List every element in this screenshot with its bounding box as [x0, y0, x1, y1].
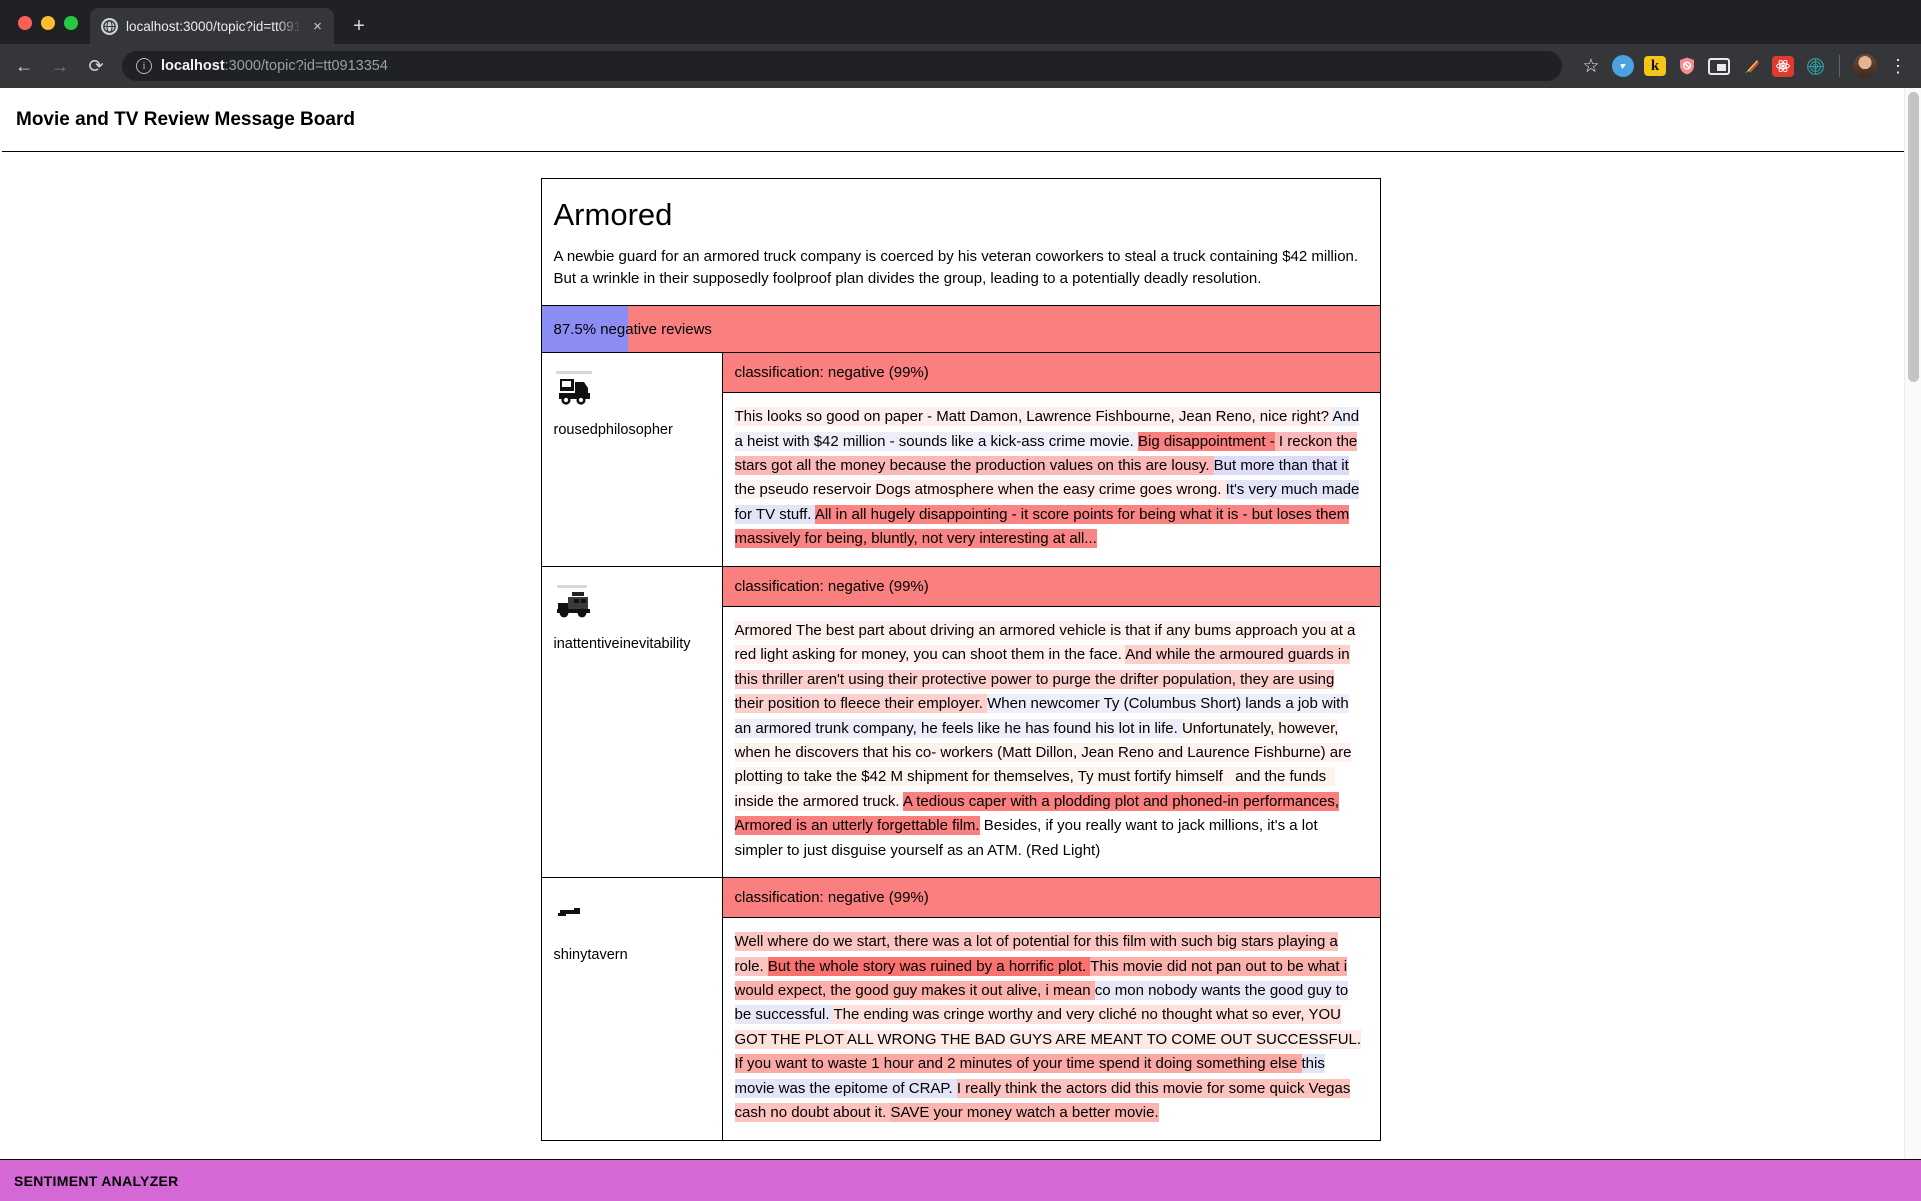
address-bar-url: localhost:3000/topic?id=tt0913354 — [161, 58, 388, 74]
sentiment-highlight-span: But more than that it — [1213, 456, 1349, 476]
review-body: classification: negative (99%) Armored Th… — [722, 566, 1380, 877]
reload-icon[interactable]: ⟳ — [80, 50, 112, 82]
review-author: rousedphilosopher — [542, 353, 723, 566]
sentiment-highlight-span: the pseudo reservoir — [734, 480, 876, 500]
close-window-button[interactable] — [18, 16, 32, 30]
rocket-extension-icon[interactable] — [1740, 55, 1762, 77]
review-row: rousedphilosopher classification: negativ… — [541, 353, 1380, 567]
web-page: Movie and TV Review Message Board Armore… — [0, 88, 1921, 1201]
bookmark-star-icon[interactable]: ☆ — [1580, 55, 1602, 77]
imdb-extension-icon[interactable]: k — [1644, 56, 1666, 76]
review-text: Armored The best part about driving an a… — [723, 607, 1380, 877]
sentiment-highlight-span: Big disappointment - — [1137, 431, 1275, 451]
sentiment-highlight-span: But the whole story was ruined by a horr… — [767, 956, 1091, 976]
page-content: Armored A newbie guard for an armored tr… — [0, 152, 1921, 1141]
sentiment-highlight-span: ALL WRONG THE BAD GUYS ARE MEANT TO COME… — [847, 1029, 1362, 1049]
classification-badge: classification: negative (99%) — [722, 566, 1380, 607]
sentiment-highlight-span: This looks so good on paper - Matt Damon… — [734, 407, 1333, 427]
review-username[interactable]: inattentiveinevitability — [554, 635, 710, 654]
review-list: rousedphilosopher classification: negativ… — [541, 353, 1380, 1141]
browser-window: localhost:3000/topic?id=tt0913 × + ← → ⟳… — [0, 0, 1921, 1201]
page-viewport: Movie and TV Review Message Board Armore… — [0, 88, 1921, 1201]
sentiment-highlight-span: Dogs atmosphere when the easy crime goes… — [875, 480, 1226, 500]
tab-strip: localhost:3000/topic?id=tt0913 × + — [0, 0, 1921, 44]
react-devtools-icon[interactable] — [1772, 55, 1794, 77]
picture-in-picture-icon[interactable] — [1708, 57, 1730, 75]
review-username[interactable]: rousedphilosopher — [554, 421, 710, 440]
review-author: shinytavern — [542, 878, 723, 1140]
review-body: classification: negative (99%) This looks… — [722, 353, 1380, 566]
extensions-tray: ☆ k ⋮ — [1576, 54, 1909, 78]
review-row: inattentiveinevitability classification: … — [541, 566, 1380, 879]
tab-favicon-icon — [101, 17, 118, 35]
scrollbar-thumb[interactable] — [1908, 92, 1919, 382]
toolbar-divider — [1839, 55, 1840, 77]
window-controls — [10, 16, 90, 44]
truck-avatar-icon — [554, 369, 600, 409]
adblock-shield-icon[interactable] — [1676, 55, 1698, 77]
sentiment-highlight-span: All in all hugely disappointing - it sco… — [734, 504, 1350, 549]
review-author: inattentiveinevitability — [542, 566, 723, 878]
sentiment-summary-bar: 87.5% negative reviews — [541, 306, 1380, 354]
minimize-window-button[interactable] — [41, 16, 55, 30]
sentiment-analyzer-label: SENTIMENT ANALYZER — [14, 1172, 179, 1189]
browser-tab[interactable]: localhost:3000/topic?id=tt0913 × — [90, 8, 334, 44]
network-globe-icon[interactable] — [1804, 55, 1826, 77]
review-username[interactable]: shinytavern — [554, 946, 710, 965]
new-tab-button[interactable]: + — [344, 11, 374, 41]
maximize-window-button[interactable] — [64, 16, 78, 30]
classification-badge: classification: negative (99%) — [722, 353, 1380, 394]
review-text: This looks so good on paper - Matt Damon… — [723, 393, 1380, 566]
topic-board: Armored A newbie guard for an armored tr… — [540, 178, 1381, 1141]
back-icon[interactable]: ← — [8, 50, 40, 82]
topic-description: A newbie guard for an armored truck comp… — [553, 247, 1359, 288]
tab-close-icon[interactable]: × — [309, 18, 326, 35]
address-bar[interactable]: i localhost:3000/topic?id=tt0913354 — [122, 51, 1562, 81]
tab-title: localhost:3000/topic?id=tt0913 — [126, 18, 301, 34]
review-text: Well where do we start, there was a lot … — [723, 918, 1380, 1140]
classification-badge: classification: negative (99%) — [722, 878, 1380, 919]
page-title: Armored — [553, 197, 673, 232]
profile-avatar[interactable] — [1853, 54, 1877, 78]
browser-toolbar: ← → ⟳ i localhost:3000/topic?id=tt091335… — [0, 44, 1921, 88]
pocket-icon[interactable] — [1612, 55, 1634, 77]
browser-menu-icon[interactable]: ⋮ — [1887, 55, 1909, 77]
armored-truck-avatar-icon — [554, 583, 600, 623]
sentiment-highlight-span: If you want to waste 1 hour and 2 minute… — [734, 1054, 1302, 1074]
thin-truck-avatar-icon — [554, 894, 600, 934]
topic-header: Armored A newbie guard for an armored tr… — [541, 179, 1380, 307]
page-scrollbar[interactable] — [1904, 88, 1921, 1159]
sentiment-highlight-span: SAVE your money watch a better movie. — [890, 1103, 1159, 1123]
review-row: shinytavern classification: negative (99%… — [541, 878, 1380, 1141]
sentiment-analyzer-panel[interactable]: SENTIMENT ANALYZER — [0, 1159, 1921, 1201]
site-header: Movie and TV Review Message Board — [2, 88, 1920, 152]
url-path: :3000/topic?id=tt0913354 — [224, 58, 388, 74]
site-info-icon[interactable]: i — [136, 58, 152, 74]
url-host: localhost — [161, 58, 225, 74]
review-body: classification: negative (99%) Well where… — [722, 878, 1380, 1140]
forward-icon[interactable]: → — [44, 50, 76, 82]
sentiment-label: 87.5% negative reviews — [553, 320, 712, 338]
